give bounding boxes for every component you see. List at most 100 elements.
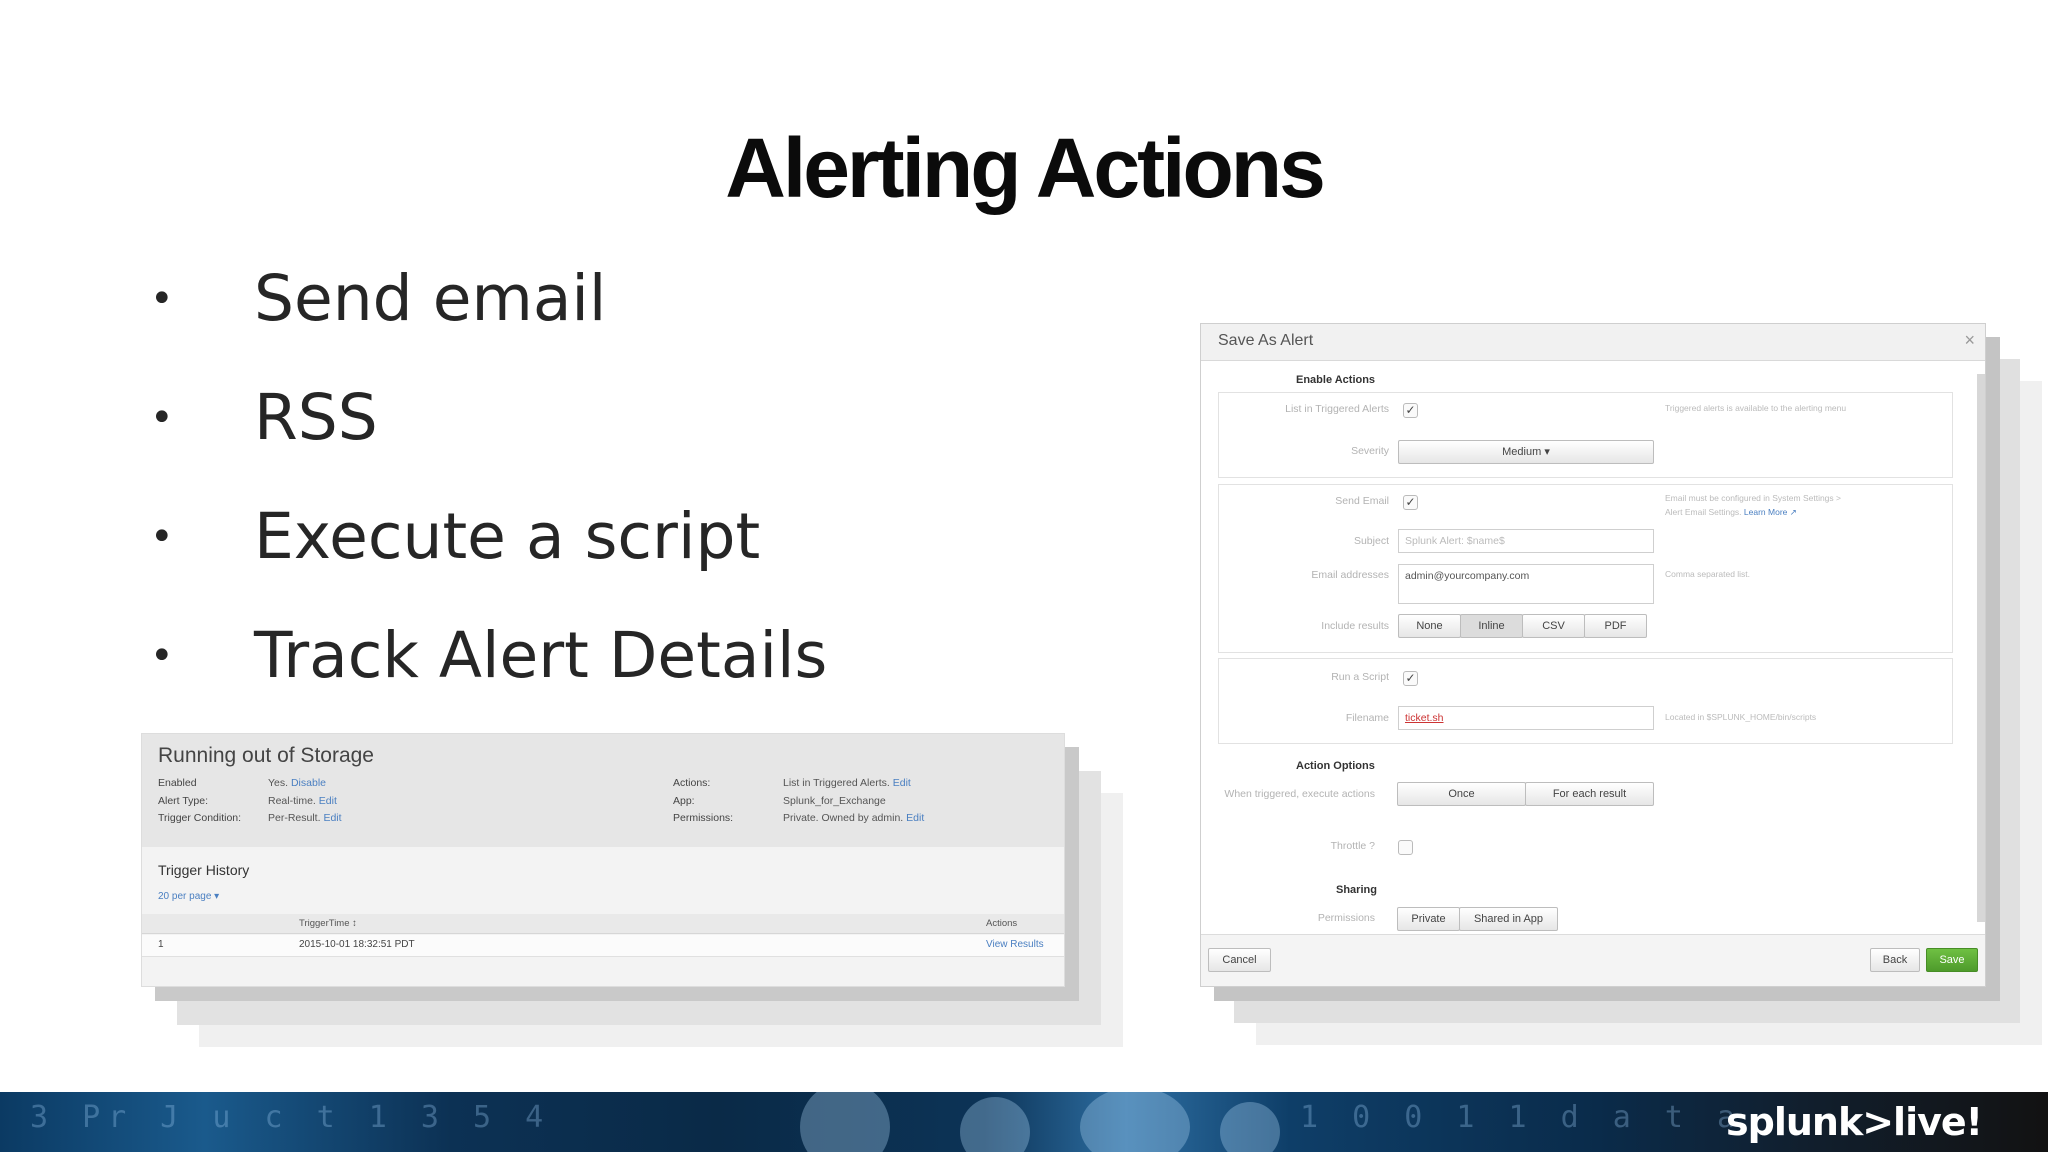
decorative-bubble [960,1097,1030,1152]
disable-link[interactable]: Disable [291,777,326,789]
enable-actions-label: Enable Actions [1296,374,1376,386]
bullet-item: • Track Alert Details [150,615,827,734]
alert-name: Running out of Storage [158,744,374,767]
view-results-link[interactable]: View Results [986,939,1044,950]
severity-label: Severity [1351,445,1389,457]
cancel-button[interactable]: Cancel [1208,948,1271,972]
list-triggered-checkbox[interactable]: ✓ [1403,403,1418,418]
email-hint: Comma separated list. [1665,569,1751,579]
bullet-dot: • [150,276,174,322]
subject-input[interactable]: Splunk Alert: $name$ [1398,529,1654,553]
table-row: 1 2015-10-01 18:32:51 PDT View Results [142,935,1064,957]
save-button[interactable]: Save [1926,948,1978,972]
column-header-actions: Actions [986,918,1018,929]
run-script-checkbox[interactable]: ✓ [1403,671,1418,686]
meta-row: Actions: List in Triggered Alerts. Edit [673,775,924,793]
page-title: Alerting Actions [725,121,1326,215]
meta-value: List in Triggered Alerts. [783,777,890,789]
permissions-label: Permissions [1317,912,1375,924]
edit-link[interactable]: Edit [319,795,337,807]
filename-input[interactable]: ticket.sh [1398,706,1654,730]
bullet-dot: • [150,633,174,679]
meta-row: App: Splunk_for_Exchange [673,793,924,811]
per-page-dropdown[interactable]: 20 per page ▾ [158,891,219,902]
meta-row: Enabled Yes. Disable [158,775,342,793]
meta-row: Alert Type: Real-time. Edit [158,793,342,811]
decorative-bubble [1080,1092,1190,1152]
alert-meta-left: Enabled Yes. Disable Alert Type: Real-time… [158,775,342,828]
triggered-alerts-box: List in Triggered Alerts ✓ Triggered ale… [1218,392,1953,478]
meta-key: Enabled [158,777,197,789]
decorative-bubble [800,1092,890,1152]
email-addresses-field[interactable]: admin@yourcompany.com [1398,564,1654,604]
sharing-label: Sharing [1336,884,1377,896]
scrollbar[interactable] [1977,374,1985,922]
include-results-label: Include results [1321,620,1389,632]
learn-more-link[interactable]: Learn More ↗ [1744,507,1797,517]
bullet-text: RSS [254,381,378,454]
when-triggered-label: When triggered, execute actions [1224,788,1375,800]
send-email-hint-text-2: Alert Email Settings. [1665,507,1742,517]
permission-private-button[interactable]: Private [1397,907,1460,931]
edit-link[interactable]: Edit [893,777,911,789]
include-pdf-button[interactable]: PDF [1584,614,1647,638]
alert-details-screenshot: Running out of Storage Enabled Yes. Disab… [141,733,1065,987]
decorative-code-text: 1 0 0 1 1 d a t a [1300,1100,1744,1135]
include-inline-button[interactable]: Inline [1460,614,1523,638]
dialog-title: Save As Alert [1218,332,1314,349]
trigger-once-button[interactable]: Once [1397,782,1526,806]
save-as-alert-dialog: Save As Alert × Enable Actions List in T… [1200,323,1986,987]
column-header-trigger-time[interactable]: TriggerTime ↕ [299,918,357,929]
meta-value: Per-Result. [268,812,321,824]
bullet-list: • Send email • RSS • Execute a script • Trac… [150,258,827,734]
include-csv-button[interactable]: CSV [1522,614,1585,638]
back-button[interactable]: Back [1870,948,1920,972]
bullet-dot: • [150,395,174,441]
subject-label: Subject [1353,535,1389,547]
meta-value: Yes. [268,777,289,789]
footer-banner: 3 Pr J u c t 1 3 5 4 1 0 0 1 1 d a t a s… [0,1092,2048,1152]
edit-link[interactable]: Edit [906,812,924,824]
bullet-item: • Send email [150,258,827,377]
send-email-hint-text: Alert Email Settings. Learn More ↗ [1665,505,1885,519]
severity-dropdown[interactable]: Medium ▾ [1398,440,1654,464]
include-none-button[interactable]: None [1398,614,1461,638]
bullet-text: Send email [254,262,607,335]
row-trigger-time: 2015-10-01 18:32:51 PDT [299,939,415,950]
bullet-text: Execute a script [254,500,761,573]
alert-meta-right: Actions: List in Triggered Alerts. Edit A… [673,775,924,828]
meta-row: Trigger Condition: Per-Result. Edit [158,810,342,828]
meta-value: Splunk_for_Exchange [783,794,886,807]
decorative-bubble [1220,1102,1280,1152]
bullet-item: • Execute a script [150,496,827,615]
send-email-hint-text: Email must be configured in System Setti… [1665,493,1841,503]
send-email-checkbox[interactable]: ✓ [1403,495,1418,510]
action-options-label: Action Options [1296,760,1375,772]
dialog-header: Save As Alert × [1201,324,1985,361]
filename-hint: Located in $SPLUNK_HOME/bin/scripts [1665,712,1817,722]
dialog-footer: Cancel Back Save [1201,934,1985,986]
splunk-live-logo: splunk>live! [1726,1100,1983,1144]
row-index: 1 [158,939,164,950]
run-script-label: Run a Script [1331,671,1389,683]
permission-shared-button[interactable]: Shared in App [1459,907,1558,931]
meta-key: App: [673,794,695,807]
throttle-label: Throttle ? [1330,840,1375,852]
meta-value: Real-time. [268,794,316,807]
trigger-each-result-button[interactable]: For each result [1525,782,1654,806]
meta-key: Alert Type: [158,794,208,807]
table-header: TriggerTime ↕ Actions [142,914,1064,934]
bullet-item: • RSS [150,377,827,496]
send-email-hint: Email must be configured in System Setti… [1665,491,1885,519]
filename-label: Filename [1345,712,1389,724]
meta-key: Permissions: [673,812,734,824]
bullet-text: Track Alert Details [254,619,828,692]
close-icon[interactable]: × [1964,330,1975,351]
decorative-code-text: 3 Pr J u c t 1 3 5 4 [30,1100,552,1135]
throttle-checkbox[interactable] [1398,840,1413,855]
bullet-dot: • [150,514,174,560]
email-addresses-label: Email addresses [1311,569,1389,581]
edit-link[interactable]: Edit [323,812,341,824]
meta-key: Trigger Condition: [158,812,242,824]
list-triggered-hint: Triggered alerts is available to the ale… [1665,403,1847,413]
